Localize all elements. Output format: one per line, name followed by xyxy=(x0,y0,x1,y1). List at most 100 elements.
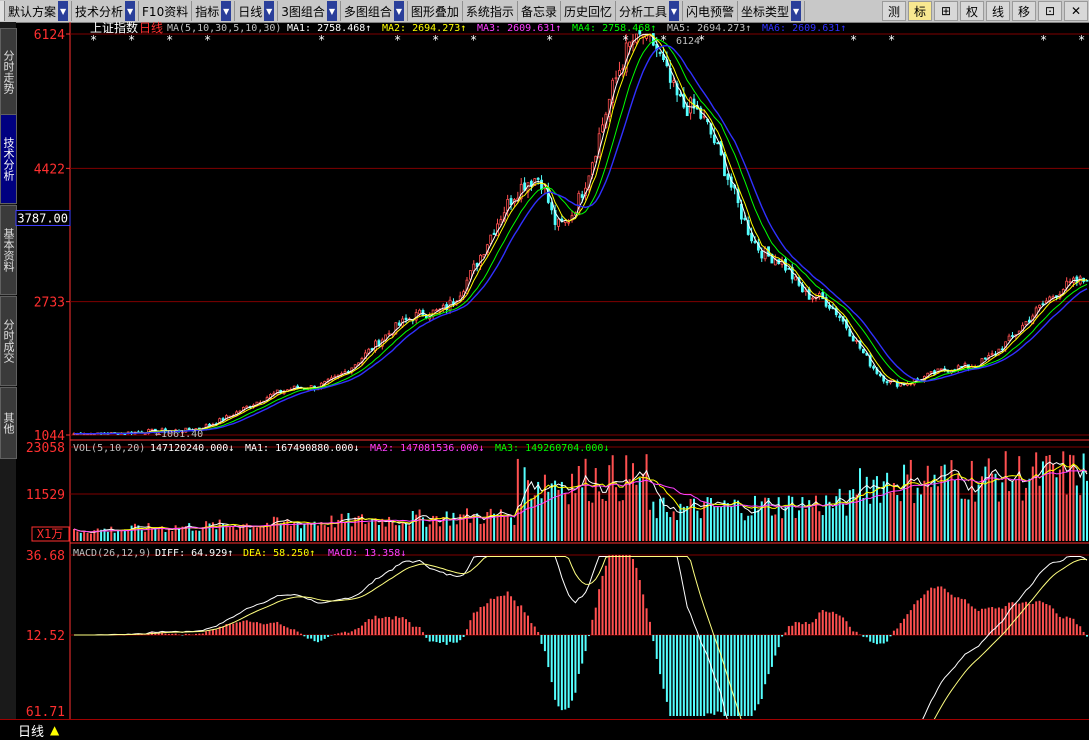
candle-body xyxy=(1041,303,1045,306)
volume-bar xyxy=(340,513,343,541)
volume-bar xyxy=(923,480,926,541)
volume-bar xyxy=(831,508,834,541)
volume-bar xyxy=(567,504,570,541)
volume-bar xyxy=(645,454,648,541)
volume-bar xyxy=(916,487,919,541)
candle-body xyxy=(418,309,421,315)
volume-bar xyxy=(130,525,133,541)
signal-marker: * xyxy=(394,33,401,47)
volume-bar xyxy=(140,529,143,541)
signal-marker: * xyxy=(432,33,439,47)
volume-bar xyxy=(1018,456,1021,541)
volume-bar xyxy=(543,474,546,541)
volume-bar xyxy=(557,489,560,541)
volume-bar xyxy=(692,498,695,541)
volume-bar xyxy=(1004,451,1007,541)
candle-body xyxy=(479,254,482,266)
volume-bar xyxy=(276,517,279,541)
candle-body xyxy=(712,134,716,144)
volume-bar xyxy=(255,527,258,541)
volume-tick: 11529 xyxy=(26,488,65,503)
volume-bar xyxy=(384,526,387,541)
volume-bar xyxy=(1052,463,1055,541)
signal-marker: * xyxy=(204,33,211,47)
candle-body xyxy=(540,179,543,190)
volume-bar xyxy=(1072,455,1075,541)
volume-bar xyxy=(164,531,167,541)
volume-bar xyxy=(960,498,963,541)
volume-bar xyxy=(706,497,709,541)
volume-bar xyxy=(994,473,997,541)
volume-bar xyxy=(747,515,750,541)
volume-bar xyxy=(347,513,350,541)
volume-bar xyxy=(1086,480,1088,541)
volume-bar xyxy=(652,501,655,541)
volume-bar xyxy=(106,531,109,541)
candle-body xyxy=(872,366,875,369)
volume-bar xyxy=(604,500,607,541)
volume-bar xyxy=(550,483,553,541)
volume-bar xyxy=(120,529,123,541)
ma5-value: MA5: 2694.273↑ xyxy=(667,23,751,34)
volume-bar xyxy=(547,491,550,541)
volume-bar xyxy=(1069,454,1072,541)
signal-marker: * xyxy=(470,33,477,47)
volume-bar xyxy=(330,515,333,541)
volume-bar xyxy=(859,468,862,541)
volume-bar xyxy=(421,517,424,541)
volume-bar xyxy=(147,523,150,541)
signal-marker: * xyxy=(660,33,667,47)
volume-bar xyxy=(1021,500,1024,541)
volume-bar xyxy=(428,524,431,541)
signal-marker: * xyxy=(698,33,705,47)
volume-bar xyxy=(398,525,401,541)
volume-bar xyxy=(598,491,601,541)
volume-bar xyxy=(594,468,597,541)
period-label[interactable]: 日线 xyxy=(18,721,44,740)
candle-body xyxy=(990,353,994,356)
volume-bar xyxy=(215,529,218,541)
macd-tick: 61.71 xyxy=(26,705,65,720)
volume-bar xyxy=(625,455,628,541)
candle-body xyxy=(150,428,154,431)
volume-bar xyxy=(1055,477,1058,541)
candle-body xyxy=(658,52,662,54)
volume-bar xyxy=(1048,454,1051,541)
volume-bar xyxy=(571,473,574,541)
candle-body xyxy=(753,241,757,243)
volume-bar xyxy=(117,530,120,541)
volume-bar xyxy=(1075,485,1078,541)
volume-bar xyxy=(513,524,516,541)
candle-body xyxy=(601,124,604,133)
macd-diff-value: DIFF: 64.929↑ xyxy=(155,548,233,559)
volume-bar xyxy=(320,522,323,541)
volume-bar xyxy=(1025,487,1028,541)
volume-bar xyxy=(659,498,662,541)
volume-bar xyxy=(716,507,719,541)
candle-body xyxy=(794,276,798,281)
volume-bar xyxy=(344,521,347,541)
volume-bar xyxy=(249,529,252,541)
vol-header: VOL(5,10,20) xyxy=(73,443,145,454)
period-up-arrow-icon[interactable]: ▲ xyxy=(50,723,59,737)
volume-bar xyxy=(577,465,580,541)
period-name: 日线 xyxy=(139,21,163,35)
macd-macd-value: MACD: 13.358↓ xyxy=(328,548,406,559)
volume-bar xyxy=(269,526,272,541)
volume-bar xyxy=(635,484,638,541)
volume-bar xyxy=(825,495,828,541)
volume-bar xyxy=(869,503,872,541)
candle-body xyxy=(743,217,747,220)
volume-bar xyxy=(313,521,316,541)
volume-bar xyxy=(310,524,313,541)
candle-body xyxy=(1038,304,1041,308)
volume-bar xyxy=(381,518,384,541)
volume-bar xyxy=(327,527,330,541)
volume-bar xyxy=(194,530,197,541)
volume-bar xyxy=(987,458,990,541)
volume-bar xyxy=(316,525,319,541)
volume-bar xyxy=(154,529,157,541)
volume-bar xyxy=(1011,481,1014,541)
volume-bar xyxy=(655,518,658,541)
volume-bar xyxy=(79,532,82,541)
